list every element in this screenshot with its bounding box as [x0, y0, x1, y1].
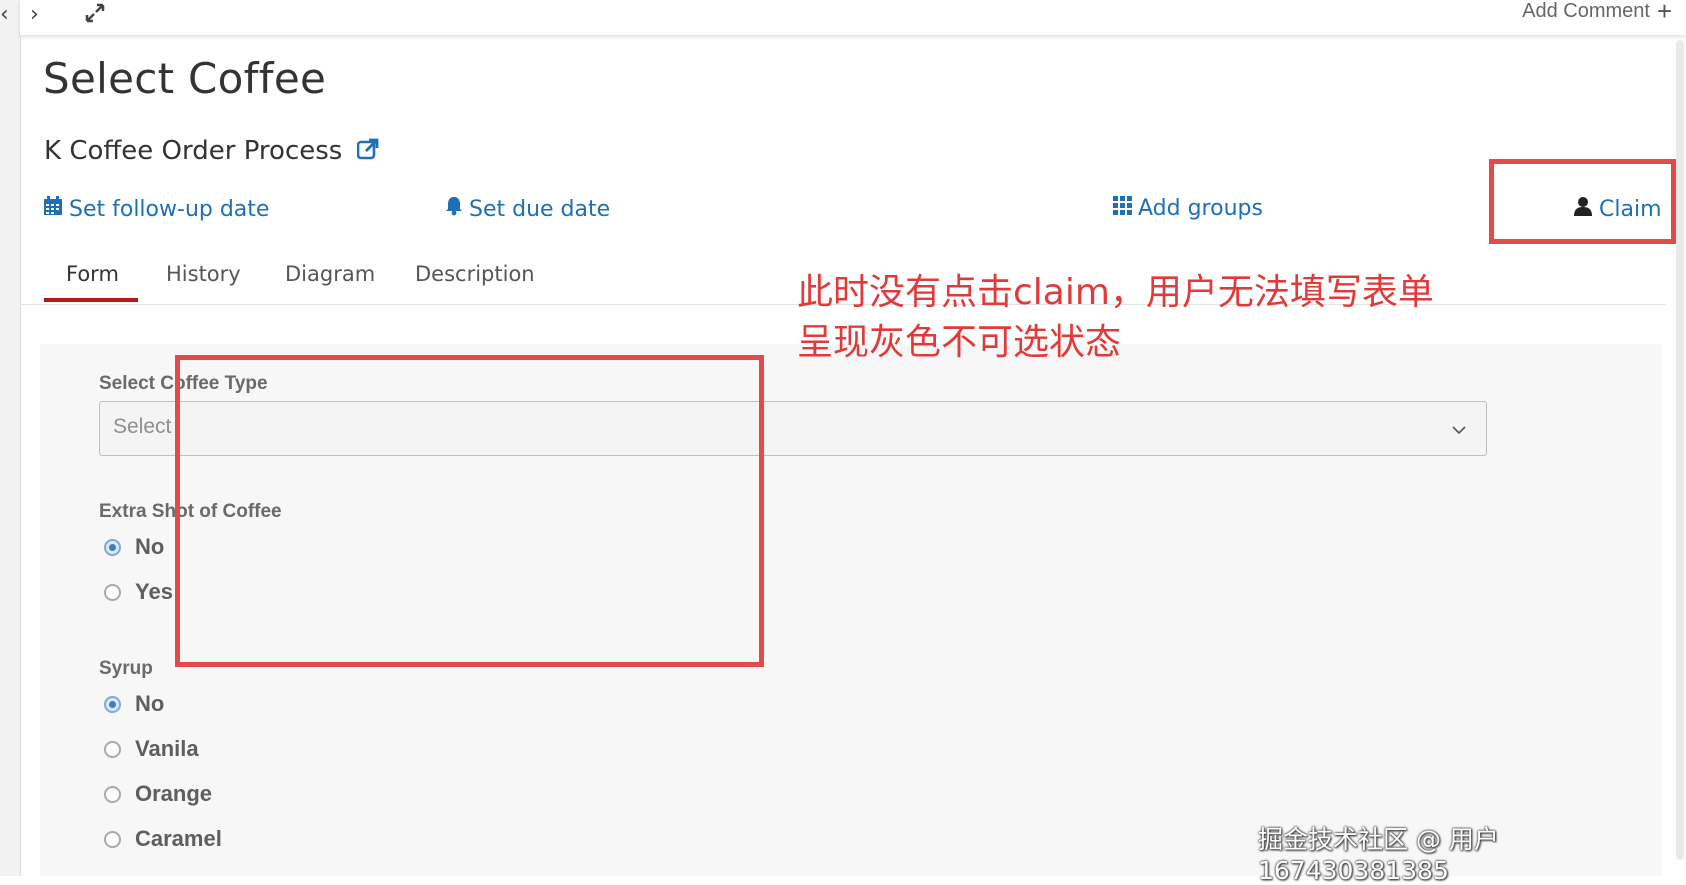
grid-icon — [1113, 196, 1132, 221]
radio-checked-icon — [104, 695, 121, 713]
extra-shot-option-yes[interactable]: Yes — [104, 579, 173, 605]
annotation-line-1: 此时没有点击claim，用户无法填写表单 — [797, 272, 1434, 313]
set-followup-date-label: Set follow-up date — [69, 196, 270, 222]
chevron-down-icon — [1452, 420, 1466, 439]
syrup-option-vanila[interactable]: Vanila — [104, 736, 199, 762]
process-name: K Coffee Order Process — [44, 136, 379, 167]
scrollbar[interactable] — [1676, 40, 1684, 860]
left-gutter — [0, 0, 21, 876]
option-label: Yes — [135, 579, 173, 604]
syrup-option-no[interactable]: No — [104, 691, 164, 717]
radio-unchecked-icon — [104, 740, 121, 758]
active-tab-indicator — [44, 298, 138, 302]
add-groups-label: Add groups — [1138, 196, 1263, 221]
plus-icon[interactable]: + — [1657, 0, 1672, 27]
tab-description[interactable]: Description — [415, 262, 535, 286]
tab-diagram[interactable]: Diagram — [285, 262, 375, 286]
chevron-left-icon[interactable]: ‹ — [0, 2, 9, 27]
process-name-label: K Coffee Order Process — [44, 136, 343, 166]
coffee-type-placeholder: Select — [113, 415, 172, 438]
task-topbar: ‹ › Add Comment + — [0, 0, 1686, 35]
set-due-date-label: Set due date — [469, 196, 611, 222]
form-highlight-box — [175, 355, 764, 667]
watermark: 掘金技术社区 @ 用户167430381385 — [1258, 825, 1499, 885]
option-label: Caramel — [135, 826, 222, 851]
syrup-option-orange[interactable]: Orange — [104, 781, 212, 807]
bell-icon — [445, 196, 463, 222]
syrup-label: Syrup — [99, 658, 153, 679]
expand-icon[interactable] — [82, 0, 108, 26]
annotation-line-2: 呈现灰色不可选状态 — [797, 322, 1122, 363]
annotation-note: 此时没有点击claim，用户无法填写表单 呈现灰色不可选状态 — [797, 268, 1434, 368]
option-label: Vanila — [135, 736, 199, 761]
tab-history[interactable]: History — [166, 262, 241, 286]
set-due-date-link[interactable]: Set due date — [445, 196, 610, 222]
add-groups-link[interactable]: Add groups — [1113, 196, 1263, 221]
claim-highlight-box — [1489, 159, 1676, 244]
calendar-icon — [43, 196, 63, 222]
add-comment-button[interactable]: Add Comment — [1522, 0, 1650, 23]
chevron-right-icon[interactable]: › — [30, 2, 39, 27]
radio-unchecked-icon — [104, 583, 121, 601]
external-link-icon[interactable] — [356, 137, 379, 167]
set-followup-date-link[interactable]: Set follow-up date — [43, 196, 269, 222]
radio-checked-icon — [104, 538, 121, 556]
option-label: No — [135, 534, 165, 559]
option-label: No — [135, 691, 165, 716]
radio-unchecked-icon — [104, 785, 121, 803]
page-title: Select Coffee — [43, 54, 327, 103]
syrup-option-caramel[interactable]: Caramel — [104, 826, 222, 852]
radio-unchecked-icon — [104, 830, 121, 848]
option-label: Orange — [135, 781, 213, 806]
extra-shot-option-no[interactable]: No — [104, 534, 164, 560]
tab-form[interactable]: Form — [66, 262, 119, 286]
